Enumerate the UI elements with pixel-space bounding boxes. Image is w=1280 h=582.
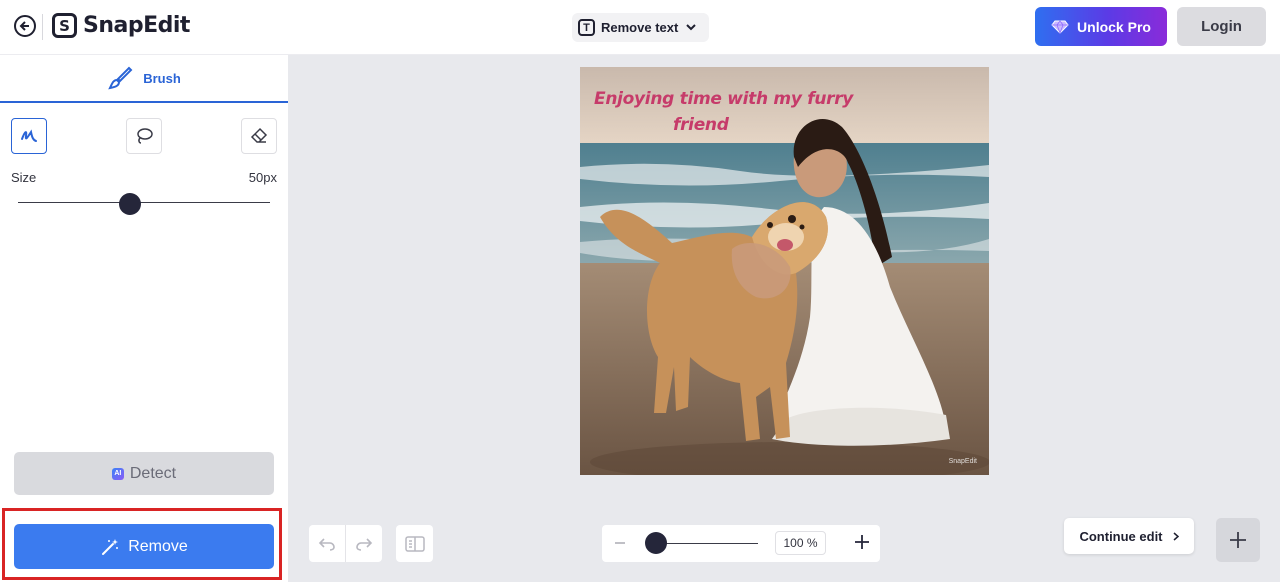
unlock-pro-button[interactable]: Unlock Pro xyxy=(1035,7,1167,46)
edited-photo[interactable]: Enjoying time with my furry friend SnapE… xyxy=(580,67,989,475)
compare-icon xyxy=(404,535,425,552)
detect-button[interactable]: AI Detect xyxy=(14,452,274,495)
history-controls xyxy=(309,525,382,562)
text-icon: T xyxy=(578,19,595,36)
size-slider-thumb[interactable] xyxy=(119,193,141,215)
tab-brush[interactable]: Brush xyxy=(0,55,288,103)
brush-icon xyxy=(108,66,133,90)
logo-text: SnapEdit xyxy=(83,13,190,38)
eraser-tool-button[interactable] xyxy=(241,118,277,154)
logo[interactable]: S SnapEdit xyxy=(52,13,190,38)
remove-button[interactable]: Remove xyxy=(14,524,274,569)
minus-icon xyxy=(615,542,625,544)
zoom-controls: 100 % xyxy=(602,525,880,562)
continue-edit-label: Continue edit xyxy=(1079,528,1163,544)
zoom-slider-thumb[interactable] xyxy=(645,532,667,554)
chevron-down-icon xyxy=(686,24,697,31)
tool-select-label: Remove text xyxy=(601,20,679,35)
lasso-tool-button[interactable] xyxy=(126,118,162,154)
back-button[interactable] xyxy=(14,15,36,37)
compare-button[interactable] xyxy=(396,525,433,562)
size-slider-track[interactable] xyxy=(18,202,270,203)
caption-line-2: friend xyxy=(673,115,729,135)
beach-scene-image xyxy=(580,67,989,475)
chevron-right-icon xyxy=(1173,531,1179,541)
login-button[interactable]: Login xyxy=(1177,7,1266,46)
remove-label: Remove xyxy=(128,537,188,555)
add-image-button[interactable] xyxy=(1216,518,1260,562)
undo-icon xyxy=(318,537,335,551)
eraser-icon xyxy=(250,127,268,143)
tool-select-dropdown[interactable]: T Remove text xyxy=(572,13,709,42)
caption-line-1: Enjoying time with my furry xyxy=(594,89,854,109)
zoom-value[interactable]: 100 % xyxy=(775,531,826,555)
add-icon xyxy=(1230,532,1246,548)
unlock-pro-label: Unlock Pro xyxy=(1077,18,1151,35)
logo-mark: S xyxy=(52,13,77,38)
redo-button[interactable] xyxy=(345,525,382,562)
canvas-area: Enjoying time with my furry friend SnapE… xyxy=(288,55,1280,582)
size-value: 50px xyxy=(248,170,277,185)
brush-stroke-icon xyxy=(21,129,37,142)
top-bar: S SnapEdit T Remove text Unlock Pro Logi… xyxy=(0,0,1280,55)
ai-badge-icon: AI xyxy=(111,467,124,480)
lasso-icon xyxy=(137,128,153,144)
zoom-in-button[interactable] xyxy=(854,530,870,556)
detect-label: Detect xyxy=(129,464,177,482)
brush-tool-button[interactable] xyxy=(11,118,47,154)
tab-brush-label: Brush xyxy=(143,70,181,86)
header-divider xyxy=(42,14,43,40)
tool-sidebar: Brush Size 50px AI Detect Remove xyxy=(0,55,288,582)
plus-icon xyxy=(855,535,869,549)
watermark: SnapEdit xyxy=(948,458,977,465)
magic-wand-icon xyxy=(102,538,119,555)
redo-icon xyxy=(356,537,373,551)
zoom-out-button[interactable] xyxy=(614,533,626,554)
back-arrow-icon xyxy=(19,21,29,31)
continue-edit-button[interactable]: Continue edit xyxy=(1064,518,1194,554)
diamond-icon xyxy=(1051,19,1069,34)
size-label: Size xyxy=(11,170,37,185)
undo-button[interactable] xyxy=(309,525,345,562)
